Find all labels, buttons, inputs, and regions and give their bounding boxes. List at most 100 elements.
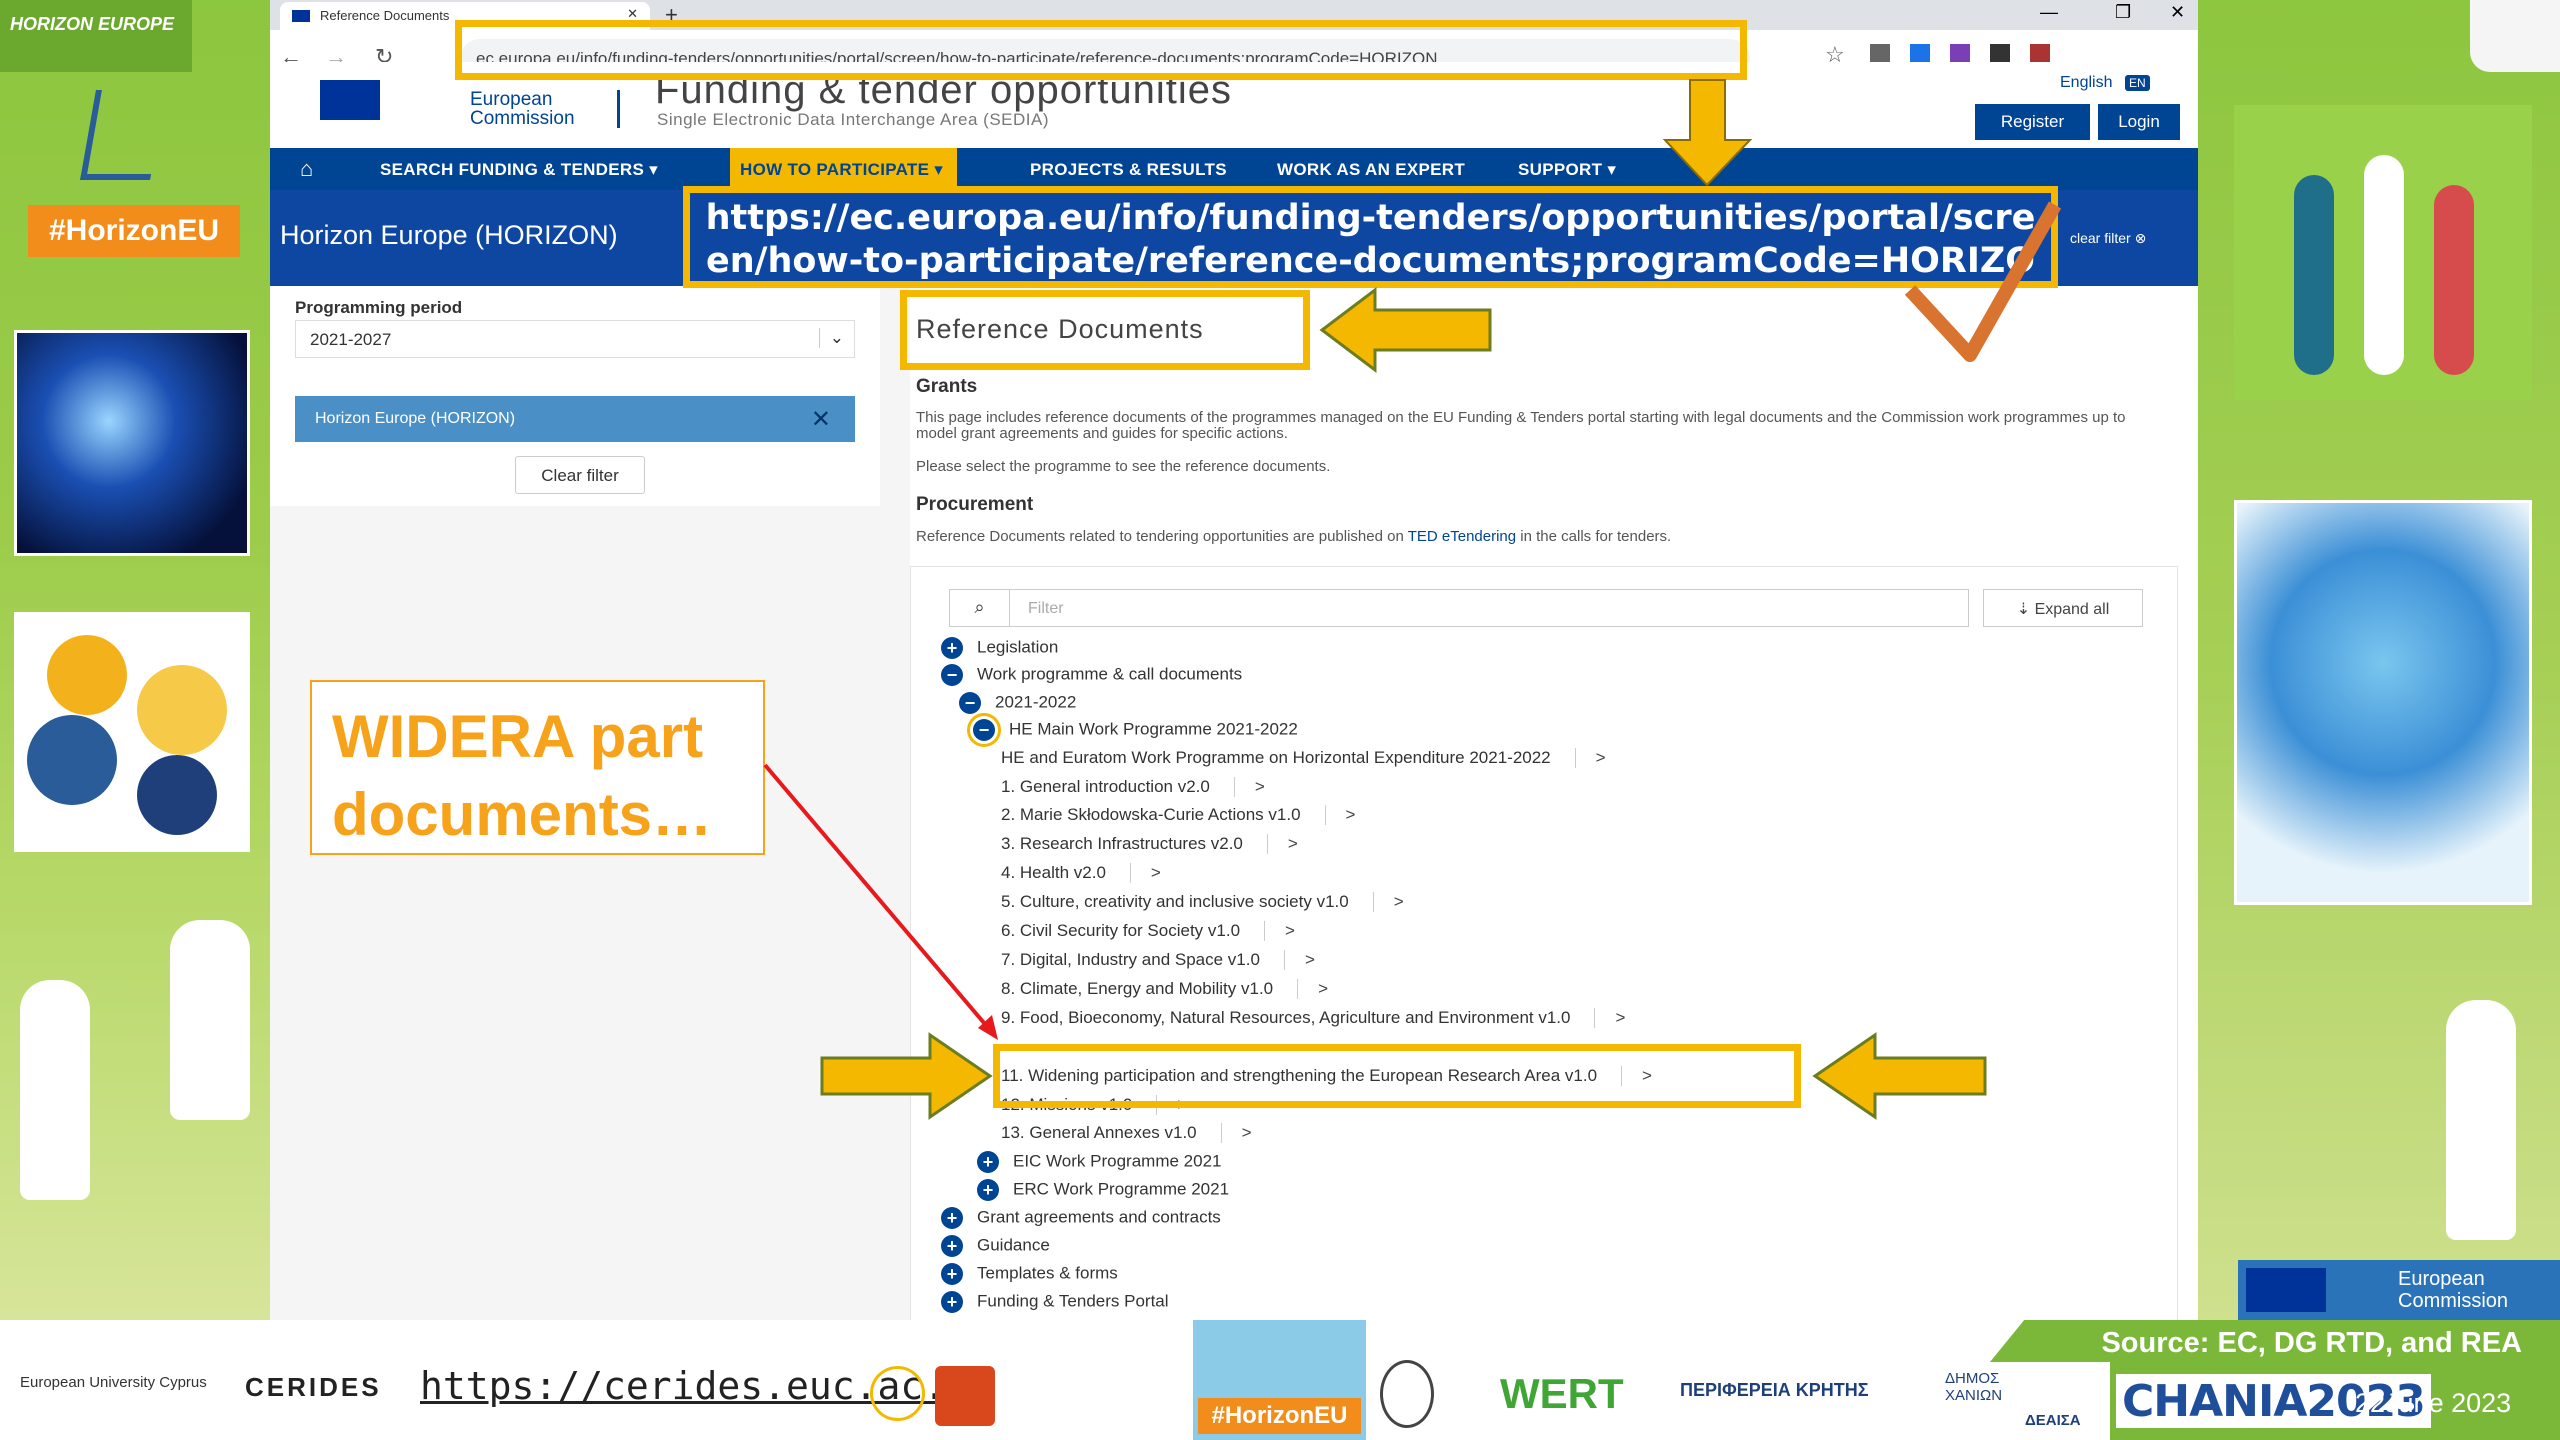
procurement-text: Reference Documents related to tendering…	[916, 528, 1672, 545]
register-button[interactable]: Register	[1975, 104, 2090, 140]
dropdown-icon: ▾	[649, 160, 658, 179]
close-circle-icon: ⊗	[2134, 230, 2147, 246]
expand-icon: +	[941, 1235, 963, 1257]
expand-icon: +	[977, 1151, 999, 1173]
tree-item-he-main[interactable]: − HE Main Work Programme 2021-2022	[967, 713, 1298, 747]
source-banner: Source: EC, DG RTD, and REA	[1990, 1320, 2560, 1362]
document-item[interactable]: 1. General introduction v2.0 >	[1001, 777, 1265, 797]
chania-municipality-logo: ΔΗΜΟΣ ΧΑΝΙΩΝ	[1945, 1370, 2003, 1404]
chevron-right-icon[interactable]: >	[1372, 892, 1404, 912]
select-text: Please select the programme to see the r…	[916, 458, 1331, 475]
dropdown-icon: ▾	[934, 160, 944, 179]
filter-box[interactable]: ⌕ Filter	[949, 589, 1969, 627]
expand-icon: +	[941, 1207, 963, 1229]
slide-footer: European University Cyprus CERIDES https…	[0, 1320, 2560, 1440]
selected-programme-chip[interactable]: Horizon Europe (HORIZON) ✕	[295, 396, 855, 442]
cerides-logo: CERIDES	[245, 1372, 382, 1402]
close-icon[interactable]: ✕	[811, 405, 831, 434]
expand-icon: +	[977, 1179, 999, 1201]
document-item[interactable]: 7. Digital, Industry and Space v1.0 >	[1001, 950, 1315, 970]
tree-item-portal[interactable]: + Funding & Tenders Portal	[941, 1291, 1169, 1313]
ec-logo[interactable]: European Commission	[280, 70, 630, 140]
ted-etendering-link[interactable]: TED eTendering	[1408, 528, 1516, 545]
document-item[interactable]: 2. Marie Skłodowska-Curie Actions v1.0 >	[1001, 805, 1355, 825]
tree-item-templates[interactable]: + Templates & forms	[941, 1263, 1118, 1285]
university-seal-logo	[1380, 1360, 1434, 1428]
chevron-right-icon[interactable]: >	[1266, 834, 1298, 854]
eu-people-logo	[2470, 0, 2560, 72]
callout-box: WIDERA part documents…	[310, 680, 765, 855]
nav-support[interactable]: SUPPORT ▾	[1518, 148, 1616, 190]
tree-item-year[interactable]: −2021-2022	[959, 692, 1076, 714]
deaisa-logo: ΔΕΑΙΣΑ	[2025, 1412, 2081, 1429]
document-item[interactable]: 9. Food, Bioeconomy, Natural Resources, …	[1001, 1008, 1625, 1028]
hashtag-tile: #HorizonEU	[18, 80, 248, 280]
period-label: Programming period	[295, 298, 463, 317]
chevron-right-icon[interactable]: >	[1283, 950, 1315, 970]
dropdown-icon: ▾	[1607, 160, 1617, 179]
document-item[interactable]: 3. Research Infrastructures v2.0 >	[1001, 834, 1298, 854]
expand-icon: +	[941, 1291, 963, 1313]
nav-work-as-expert[interactable]: WORK AS AN EXPERT	[1277, 148, 1465, 190]
people-illustration	[2234, 105, 2532, 400]
chevron-right-icon[interactable]: >	[1574, 748, 1606, 768]
document-item[interactable]: 4. Health v2.0 >	[1001, 863, 1161, 883]
figure-illustration-icon	[80, 90, 166, 180]
chevron-right-icon[interactable]: >	[1220, 1123, 1252, 1143]
euc-logo: European University Cyprus	[20, 1374, 207, 1391]
scientist-illustration	[20, 980, 90, 1200]
tree-item-grant-agreements[interactable]: + Grant agreements and contracts	[941, 1207, 1221, 1229]
site-subtitle: Single Electronic Data Interchange Area …	[657, 110, 1050, 129]
chevron-down-icon: ⌄	[818, 328, 844, 348]
institution-logo	[935, 1366, 995, 1426]
slide-left-panel: HORIZON EUROPE #HorizonEU	[0, 0, 270, 1320]
clear-filter-button[interactable]: Clear filter	[515, 456, 645, 494]
document-item[interactable]: 8. Climate, Energy and Mobility v1.0 >	[1001, 979, 1328, 999]
tree-item-eic[interactable]: + EIC Work Programme 2021	[977, 1151, 1221, 1173]
horizon-europe-logo: HORIZON EUROPE	[0, 0, 192, 72]
expand-icon: +	[941, 637, 963, 659]
language-selector[interactable]: English EN	[2060, 74, 2150, 92]
chevron-right-icon[interactable]: >	[1594, 1008, 1625, 1028]
minimize-icon[interactable]: —	[2040, 2, 2058, 23]
tree-item-erc[interactable]: + ERC Work Programme 2021	[977, 1179, 1229, 1201]
chevron-right-icon[interactable]: >	[1324, 805, 1355, 825]
grants-heading: Grants	[916, 376, 978, 397]
tree-item-work-programme[interactable]: − Work programme & call documents	[941, 664, 1242, 686]
extensions-icon[interactable]	[1870, 44, 2070, 64]
document-item[interactable]: 5. Culture, creativity and inclusive soc…	[1001, 892, 1404, 912]
document-item[interactable]: 6. Civil Security for Society v1.0 >	[1001, 921, 1295, 941]
tree-item-guidance[interactable]: + Guidance	[941, 1235, 1050, 1257]
procurement-heading: Procurement	[916, 494, 1034, 515]
restore-icon[interactable]: ❐	[2115, 2, 2131, 23]
chevron-right-icon[interactable]: >	[1129, 863, 1161, 883]
document-item[interactable]: 13. General Annexes v1.0 >	[1001, 1123, 1252, 1143]
chevron-right-icon[interactable]: >	[1264, 921, 1295, 941]
big-url-banner: https://ec.europa.eu/info/funding-tender…	[683, 186, 2058, 324]
chevron-right-icon[interactable]: >	[1297, 979, 1328, 999]
grants-text: This page includes reference documents o…	[916, 409, 2126, 442]
widera-highlight-box	[993, 1044, 1801, 1108]
chevron-right-icon[interactable]: >	[1233, 777, 1265, 797]
laptop-network-image	[14, 330, 250, 556]
collapse-icon: −	[959, 692, 981, 714]
expand-all-button[interactable]: ⇣ Expand all	[1983, 589, 2143, 627]
home-icon[interactable]: ⌂	[300, 156, 313, 182]
european-commission-logo: European Commission	[2238, 1260, 2560, 1320]
main-content: Reference Documents Grants This page inc…	[910, 286, 2198, 1320]
slide-right-panel: European Commission	[2198, 0, 2560, 1320]
nav-how-to-participate[interactable]: HOW TO PARTICIPATE ▾	[730, 148, 958, 190]
login-button[interactable]: Login	[2098, 104, 2180, 140]
nav-search-funding[interactable]: SEARCH FUNDING & TENDERS ▾	[380, 148, 658, 190]
scientist-illustration-3	[2446, 1000, 2516, 1240]
wert-logo: WERT	[1500, 1370, 1624, 1417]
nav-projects-results[interactable]: PROJECTS & RESULTS	[1030, 148, 1227, 190]
clear-filter-link[interactable]: clear filter ⊗	[2070, 230, 2146, 247]
tree-item-legislation[interactable]: + Legislation	[941, 637, 1058, 659]
document-item[interactable]: HE and Euratom Work Programme on Horizon…	[1001, 748, 1606, 768]
close-window-icon[interactable]: ✕	[2170, 2, 2185, 23]
crete-region-logo: ΠΕΡΙΦΕΡΕΙΑ ΚΡΗΤΗΣ	[1680, 1380, 1869, 1400]
science-icons-image	[14, 612, 250, 852]
url-highlight-box	[455, 20, 1747, 80]
programme-title: Horizon Europe (HORIZON)	[280, 220, 618, 250]
